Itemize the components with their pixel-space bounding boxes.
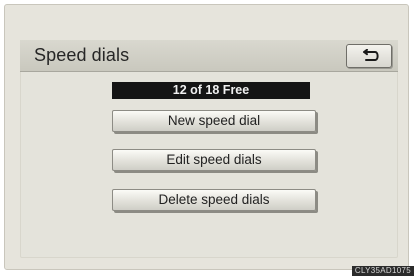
delete-speed-dials-button[interactable]: Delete speed dials [112,189,316,211]
free-slots-status: 12 of 18 Free [112,82,310,99]
speed-dials-screen: Speed dials 12 of 18 Free New speed dial… [20,40,398,258]
back-button[interactable] [346,44,392,68]
title-bar: Speed dials [20,40,398,72]
edit-speed-dials-button[interactable]: Edit speed dials [112,149,316,171]
back-arrow-icon [363,49,379,61]
image-code-label: CLY35AD1075 [351,266,414,276]
new-speed-dial-button[interactable]: New speed dial [112,110,316,132]
page-title: Speed dials [34,45,130,65]
